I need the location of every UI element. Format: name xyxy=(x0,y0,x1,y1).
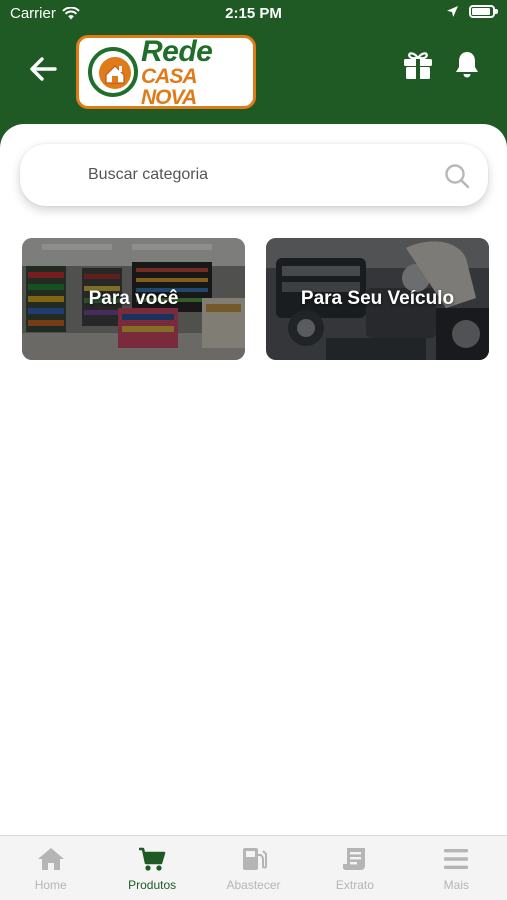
fuel-pump-icon xyxy=(242,848,267,870)
category-card-para-voce[interactable]: Para você xyxy=(22,238,245,360)
logo-house-mark xyxy=(88,47,138,97)
receipt-icon xyxy=(342,848,365,870)
app-header: Rede CASA NOVA xyxy=(0,28,507,128)
logo-line2: CASA NOVA xyxy=(141,64,197,109)
tab-mais[interactable]: Mais xyxy=(406,836,507,900)
gift-icon xyxy=(404,52,432,79)
logo-line1: Rede xyxy=(141,34,213,68)
status-time: 2:15 PM xyxy=(225,5,282,22)
category-label: Para Seu Veículo xyxy=(300,288,455,309)
tab-home[interactable]: Home xyxy=(0,836,101,900)
battery-fill xyxy=(472,8,490,15)
bell-icon xyxy=(456,52,478,78)
back-button[interactable] xyxy=(26,54,60,84)
home-icon xyxy=(37,848,64,870)
category-label: Para você xyxy=(88,288,179,309)
battery-icon xyxy=(469,5,498,18)
search-bar xyxy=(20,144,488,206)
menu-icon xyxy=(444,849,469,869)
tab-label: Mais xyxy=(443,878,469,892)
category-card-para-seu-veiculo[interactable]: Para Seu Veículo xyxy=(266,238,489,360)
cart-icon xyxy=(139,847,166,871)
notifications-button[interactable] xyxy=(454,50,482,84)
tab-label: Produtos xyxy=(128,878,177,892)
search-input[interactable] xyxy=(88,144,428,206)
gift-button[interactable] xyxy=(402,50,434,84)
bottom-tab-bar: Home Produtos Abastecer Extrato Mais xyxy=(0,835,507,900)
location-icon xyxy=(447,6,458,17)
tab-label: Abastecer xyxy=(226,878,281,892)
tab-produtos[interactable]: Produtos xyxy=(101,836,202,900)
tab-label: Home xyxy=(34,878,67,892)
status-bar: Carrier 2:15 PM xyxy=(0,0,507,28)
status-right xyxy=(446,5,498,18)
tab-extrato[interactable]: Extrato xyxy=(304,836,405,900)
search-icon[interactable] xyxy=(444,163,470,189)
tab-label: Extrato xyxy=(335,878,374,892)
brand-logo: Rede CASA NOVA xyxy=(76,35,256,109)
arrow-left-icon xyxy=(30,57,57,81)
tab-abastecer[interactable]: Abastecer xyxy=(203,836,304,900)
main-content: Para você Para Seu Veículo xyxy=(0,124,507,836)
logo-text: Rede CASA NOVA xyxy=(141,34,253,109)
